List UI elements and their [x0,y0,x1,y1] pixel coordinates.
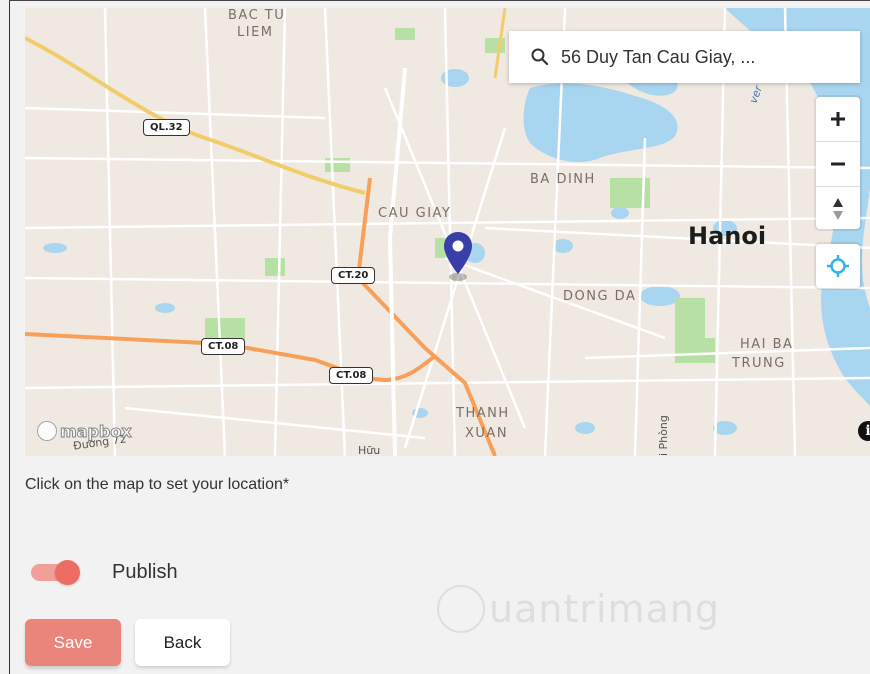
search-input[interactable]: 56 Duy Tan Cau Giay, ... [561,47,755,68]
location-marker-icon[interactable] [442,230,474,282]
road-shield: CT.08 [329,367,374,384]
watermark-text: uantrimang [489,587,721,631]
district-label: BA DINH [530,172,596,187]
geolocate-button[interactable] [816,244,860,288]
compass-icon [833,198,843,220]
minus-icon [831,162,845,166]
watermark: uantrimang [437,585,720,633]
back-button[interactable]: Back [135,619,230,666]
search-icon [531,48,549,66]
compass-button[interactable] [816,186,860,231]
window-border-top [9,0,870,1]
district-label: HAI BA [740,337,794,352]
publish-toggle[interactable] [31,560,81,585]
plus-icon [831,112,845,126]
location-search-box[interactable]: 56 Duy Tan Cau Giay, ... [509,31,860,83]
watermark-logo-icon [437,585,485,633]
district-label: DONG DA [563,289,637,304]
district-label: THANH [456,406,510,421]
zoom-out-button[interactable] [816,141,860,186]
street-label: i Phòng [657,415,670,456]
district-label: CAU GIAY [378,206,452,221]
city-label: Hanoi [688,222,767,250]
road-shield: CT.08 [201,338,246,355]
map-navigation-control [816,97,860,229]
district-label: LIEM [237,25,274,40]
district-label: BAC TU [228,8,286,23]
district-label: TRUNG [732,356,786,371]
toggle-knob [55,560,80,585]
district-label: XUAN [465,426,509,441]
mapbox-logo-icon [37,421,57,441]
road-shield: CT.20 [331,267,376,284]
publish-label: Publish [112,561,178,583]
mapbox-logo[interactable]: mapbox [37,420,132,442]
zoom-in-button[interactable] [816,97,860,141]
mapbox-logo-text: mapbox [60,421,133,441]
window-border-left [9,0,10,674]
road-shield: QL.32 [143,119,190,136]
save-button[interactable]: Save [25,619,121,666]
geolocate-icon [827,255,849,277]
street-label: Hữu [358,444,381,456]
map-instruction-text: Click on the map to set your location* [25,476,290,493]
